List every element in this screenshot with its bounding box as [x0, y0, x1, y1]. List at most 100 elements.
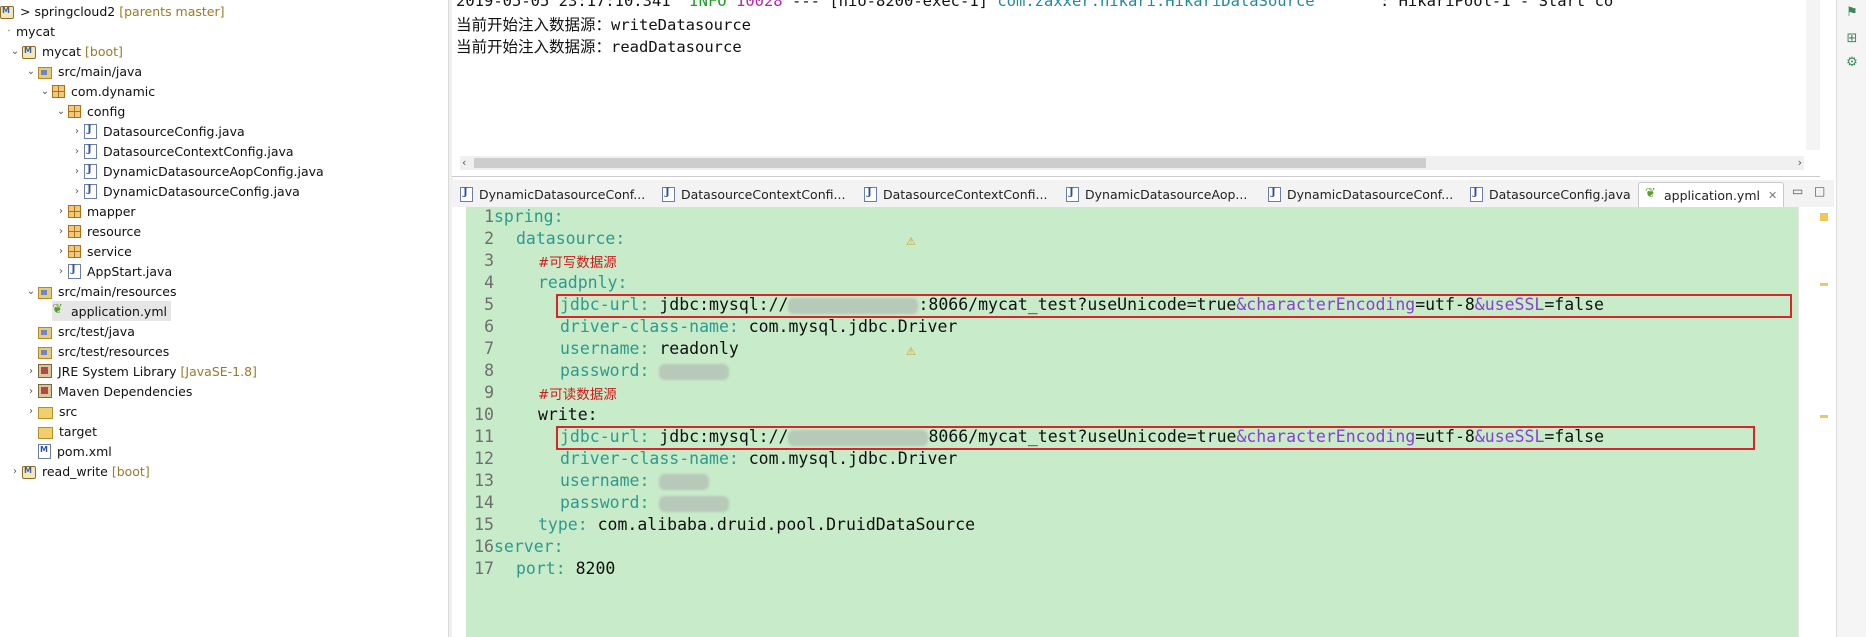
tree-item-read-write[interactable]: › read_write [boot] [8, 461, 150, 481]
editor-vertical-scrollbar[interactable] [1798, 207, 1813, 637]
tree-item-label: DynamicDatasourceConfig.java [103, 183, 300, 199]
tree-item-label: mycat [42, 43, 82, 59]
tree-item-src-test-resources[interactable]: src/test/resources [38, 341, 169, 361]
code-line-12: driver-class-name: com.mysql.jdbc.Driver [560, 449, 957, 468]
tree-item-com-dynamic[interactable]: ⌄ com.dynamic [38, 81, 155, 101]
tree-item-application-yml[interactable]: application.yml [52, 301, 171, 321]
chevron-down-icon[interactable]: ⌄ [54, 106, 68, 117]
chevron-down-icon[interactable]: ⌄ [8, 46, 22, 57]
task-icon[interactable]: ⚑ [1845, 6, 1859, 20]
yaml-key: datasource: [516, 229, 626, 248]
yaml-editor[interactable]: ⚠ ⚠ 1 2 3 4 5 6 7 8 9 10 11 12 13 14 15 … [452, 207, 1834, 637]
tree-item-resource[interactable]: › resource [54, 221, 141, 241]
tree-item-mycat-group[interactable]: ⋅ mycat [2, 21, 55, 41]
chevron-down-icon[interactable]: ⌄ [38, 86, 52, 97]
tree-item-target[interactable]: target [38, 421, 97, 441]
folder-icon [38, 427, 53, 439]
chevron-right-icon[interactable]: › [54, 226, 68, 237]
tree-item-src-test-java[interactable]: src/test/java [38, 321, 135, 341]
chevron-right-icon[interactable]: › [24, 406, 38, 417]
java-file-icon [84, 163, 97, 179]
tree-item-label: Maven Dependencies [58, 383, 193, 399]
code-line-10: write: [538, 405, 598, 424]
code-line-3: #可写数据源 [538, 251, 617, 271]
scrollbar-thumb[interactable] [474, 158, 1426, 168]
line-number: 12 [474, 449, 494, 468]
highlight-box-write-url [556, 426, 1755, 450]
tab-application-yml[interactable]: application.yml ✕ [1638, 182, 1785, 207]
tab-label: DynamicDatasourceAop... [1085, 186, 1248, 202]
overview-warning-marker[interactable] [1820, 415, 1828, 418]
yaml-value: readonly [659, 339, 739, 358]
tree-item-datasourceconfig[interactable]: › DatasourceConfig.java [70, 121, 245, 141]
tab-datasourcecontextconfig[interactable]: DatasourceContextConfi... [662, 182, 845, 206]
close-icon[interactable]: ✕ [1768, 189, 1777, 202]
tab-dynamicdatasourceconfig-2[interactable]: DynamicDatasourceConf... [1268, 182, 1453, 206]
tree-item-mapper[interactable]: › mapper [54, 201, 136, 221]
yaml-comment: #可写数据源 [538, 255, 617, 271]
package-icon [68, 224, 81, 238]
chevron-right-icon[interactable]: › [8, 466, 22, 477]
chevron-right-icon[interactable]: › [54, 266, 68, 277]
tab-datasourcecontextconfig-2[interactable]: DatasourceContextConfi... [864, 182, 1047, 206]
chevron-right-icon[interactable]: › [70, 166, 84, 177]
hierarchy-icon[interactable]: ⚙ [1845, 56, 1859, 70]
yaml-file-icon [52, 302, 65, 318]
tab-datasourceconfig[interactable]: DatasourceConfig.java [1470, 182, 1631, 206]
tab-label: DatasourceConfig.java [1489, 186, 1631, 202]
maximize-icon[interactable]: □ [1814, 184, 1825, 198]
code-line-6: driver-class-name: com.mysql.jdbc.Driver [560, 317, 957, 336]
chevron-right-icon[interactable]: › [70, 186, 84, 197]
tab-dynamicdatasourceconfig[interactable]: DynamicDatasourceConf... [460, 182, 645, 206]
tree-item-src-main-resources[interactable]: ⌄ src/main/resources [24, 281, 176, 301]
tree-item-dynamicdatasourceaopconfig[interactable]: › DynamicDatasourceAopConfig.java [70, 161, 324, 181]
chevron-right-icon[interactable]: › [54, 246, 68, 257]
tree-item-label: com.dynamic [71, 83, 156, 99]
tree-item-src-main-java[interactable]: ⌄ src/main/java [24, 61, 142, 81]
chevron-right-icon[interactable]: › [24, 366, 38, 377]
line-number: 10 [474, 405, 494, 424]
tree-item-config[interactable]: ⌄ config [54, 101, 125, 121]
project-explorer: > springcloud2 [parents master] ⋅ mycat … [0, 0, 448, 637]
tree-item-label: read_write [42, 463, 108, 479]
chevron-right-icon[interactable]: › [54, 206, 68, 217]
tree-item-jre-system-library[interactable]: › JRE System Library [JavaSE-1.8] [24, 361, 257, 381]
tree-item-src[interactable]: › src [24, 401, 77, 421]
tree-item-springcloud2[interactable]: > springcloud2 [parents master] [0, 1, 225, 21]
tree-item-maven-dependencies[interactable]: › Maven Dependencies [24, 381, 192, 401]
yaml-key: write: [538, 405, 598, 424]
chevron-down-icon[interactable]: ⌄ [24, 66, 38, 77]
expand-icon[interactable]: ⋅ [2, 26, 16, 37]
yaml-value: 8200 [575, 559, 616, 578]
code-line-15: type: com.alibaba.druid.pool.DruidDataSo… [538, 515, 975, 534]
tree-item-mycat[interactable]: ⌄ mycat [boot] [8, 41, 123, 61]
tree-item-pom-xml[interactable]: pom.xml [38, 441, 112, 461]
log-pid: 10028 [735, 0, 783, 10]
tree-item-appstart[interactable]: › AppStart.java [54, 261, 172, 281]
warning-icon[interactable]: ⚠ [906, 346, 918, 358]
outline-icon[interactable]: ⊞ [1845, 32, 1859, 46]
minimize-icon[interactable]: ▭ [1792, 184, 1803, 198]
console-vertical-scrollbar[interactable] [1806, 0, 1820, 150]
source-folder-icon [38, 347, 52, 359]
tab-dynamicdatasourceaop[interactable]: DynamicDatasourceAop... [1066, 182, 1247, 206]
warning-icon[interactable]: ⚠ [906, 236, 918, 248]
tree-item-label: src/main/java [58, 63, 143, 79]
overview-warning-marker[interactable] [1820, 213, 1828, 221]
yaml-key: port: [516, 559, 566, 578]
console-horizontal-scrollbar[interactable]: ‹ › [460, 156, 1804, 170]
chevron-right-icon[interactable]: › [70, 126, 84, 137]
tree-item-dynamicdatasourceconfig[interactable]: › DynamicDatasourceConfig.java [70, 181, 300, 201]
tree-item-label: mapper [87, 203, 136, 219]
scroll-right-icon[interactable]: › [1798, 156, 1802, 169]
tree-item-decoration: [parents master] [119, 3, 225, 19]
chevron-down-icon[interactable]: ⌄ [24, 286, 38, 297]
line-number: 15 [474, 515, 494, 534]
chevron-right-icon[interactable]: › [70, 146, 84, 157]
overview-warning-marker[interactable] [1820, 283, 1828, 286]
yaml-key: readpnly: [538, 273, 628, 292]
tree-item-service[interactable]: › service [54, 241, 132, 261]
chevron-right-icon[interactable]: › [24, 386, 38, 397]
tree-item-datasourcecontextconfig[interactable]: › DatasourceContextConfig.java [70, 141, 294, 161]
scroll-left-icon[interactable]: ‹ [462, 156, 466, 169]
